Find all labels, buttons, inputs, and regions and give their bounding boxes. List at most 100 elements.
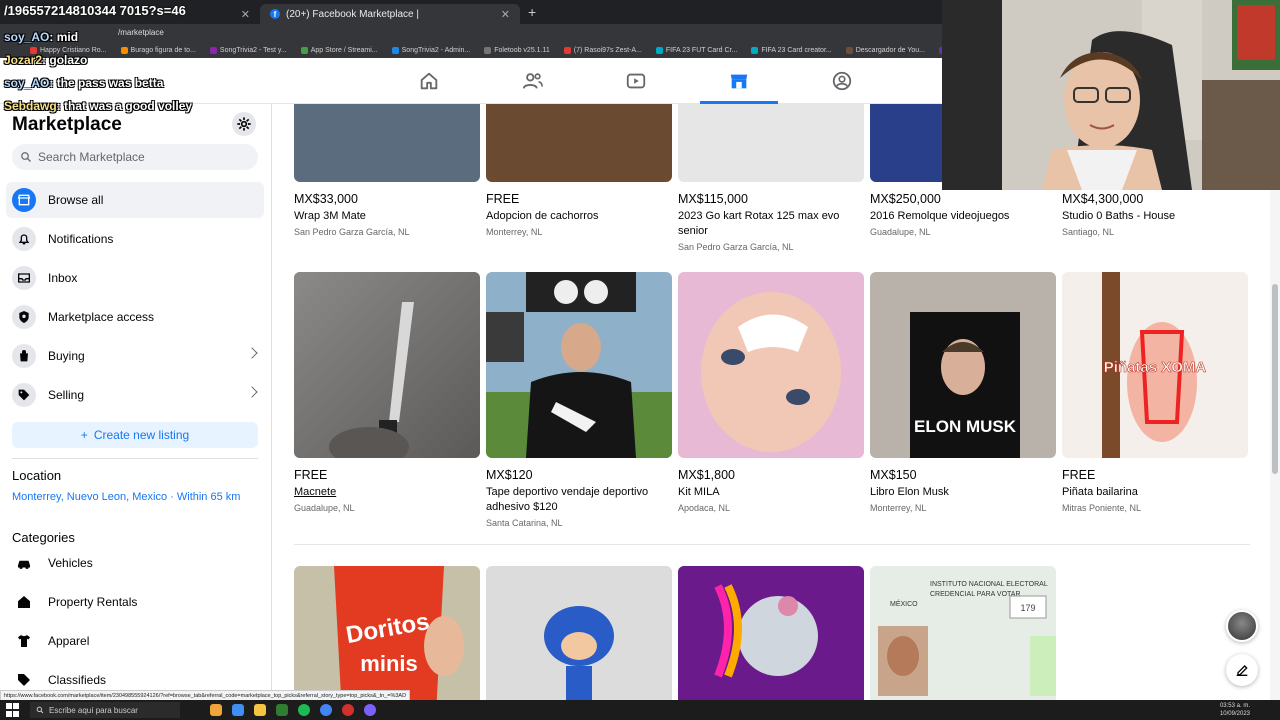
sidebar-item-selling[interactable]: Selling: [6, 377, 264, 413]
listing-title[interactable]: Macnete: [294, 485, 480, 500]
listing-title[interactable]: Libro Elon Musk: [870, 485, 1056, 500]
groups-icon[interactable]: [831, 70, 853, 92]
listing-title[interactable]: 2023 Go kart Rotax 125 max evo senior: [678, 209, 864, 239]
clock-date: 10/09/2023: [1219, 711, 1250, 717]
listing-card[interactable]: MÉXICO INSTITUTO NACIONAL ELECTORAL CREDEN…: [870, 566, 1056, 700]
chat-message: Sebdawg: that was a good volley: [4, 95, 192, 118]
bookmark-item[interactable]: FIFA 23 FUT Card Cr...: [655, 46, 737, 54]
chrome-icon[interactable]: [320, 704, 332, 716]
app-icon[interactable]: [210, 704, 222, 716]
listing-title[interactable]: 2016 Remolque videojuegos: [870, 209, 1056, 224]
listing-card[interactable]: MX$120 Tape deportivo vendaje deportivo a…: [486, 272, 672, 528]
bookmark-item[interactable]: SongTrivia2 - Test y...: [209, 46, 287, 54]
close-icon[interactable]: ✕: [241, 8, 250, 21]
listing-image[interactable]: Piñatas XOMA: [1062, 272, 1248, 458]
listing-location: Monterrey, NL: [870, 503, 927, 513]
listing-image[interactable]: ELON MUSK: [870, 272, 1056, 458]
app-icon[interactable]: [364, 704, 376, 716]
bookmark-favicon-icon: [484, 46, 492, 54]
shield-icon: [12, 305, 36, 329]
bookmark-item[interactable]: Descargador de You...: [845, 46, 925, 54]
listing-card[interactable]: MX$33,000 Wrap 3M Mate San Pedro Garza Gar…: [294, 104, 480, 237]
tag-icon: [12, 383, 36, 407]
close-icon[interactable]: ✕: [501, 8, 510, 21]
windows-start-icon[interactable]: [6, 703, 20, 717]
taskbar-search[interactable]: Escribe aquí para buscar: [30, 702, 180, 718]
create-listing-label: Create new listing: [93, 428, 190, 442]
compose-button[interactable]: [1226, 654, 1258, 686]
listing-card[interactable]: [486, 566, 672, 700]
listing-image[interactable]: [678, 272, 864, 458]
bookmark-item[interactable]: (7) Rasoi97s Zest-A...: [563, 46, 642, 54]
category-item-property-rentals[interactable]: Property Rentals: [6, 585, 264, 619]
listing-title[interactable]: Kit MILA: [678, 485, 864, 500]
listing-title[interactable]: Adopcion de cachorros: [486, 209, 672, 224]
listing-card[interactable]: MX$115,000 2023 Go kart Rotax 125 max evo…: [678, 104, 864, 252]
listing-image[interactable]: [486, 566, 672, 700]
category-item-apparel[interactable]: Apparel: [6, 624, 264, 658]
bookmark-item[interactable]: FIFA 23 Card creator...: [751, 46, 832, 54]
app-icon[interactable]: [342, 704, 354, 716]
gear-icon: [237, 117, 251, 131]
listing-image[interactable]: MÉXICO INSTITUTO NACIONAL ELECTORAL CREDEN…: [870, 566, 1056, 700]
spotify-icon[interactable]: [298, 704, 310, 716]
bookmark-item[interactable]: App Store / Streami...: [300, 46, 378, 54]
listing-card[interactable]: MX$1,800 Kit MILA Apodaca, NL: [678, 272, 864, 513]
marketplace-icon[interactable]: [728, 70, 750, 92]
sidebar-item-label: Notifications: [48, 232, 114, 246]
browser-tab-active[interactable]: f (20+) Facebook Marketplace | ✕: [260, 4, 520, 24]
listing-card[interactable]: ELON MUSK MX$150 Libro Elon Musk Monterrey,…: [870, 272, 1056, 513]
listing-image[interactable]: Doritos minis: [294, 566, 480, 700]
listing-image[interactable]: [486, 104, 672, 182]
home-icon[interactable]: [418, 70, 440, 92]
chat-username: soy_AO: [4, 30, 50, 44]
folder-icon[interactable]: [254, 704, 266, 716]
sidebar-item-label: Browse all: [48, 193, 104, 207]
listing-title[interactable]: Wrap 3M Mate: [294, 209, 480, 224]
listing-title[interactable]: Piñata bailarina: [1062, 485, 1248, 500]
sidebar-item-browse-all[interactable]: Browse all: [6, 182, 264, 218]
category-item-vehicles[interactable]: Vehicles: [6, 546, 264, 580]
id-stamp-text: 179: [1020, 603, 1035, 613]
search-box[interactable]: [12, 144, 258, 170]
app-icon[interactable]: [276, 704, 288, 716]
scrollbar[interactable]: [1270, 104, 1280, 700]
app-icon[interactable]: [232, 704, 244, 716]
listing-image[interactable]: [486, 272, 672, 458]
location-link[interactable]: Monterrey, Nuevo Leon, Mexico · Within 6…: [12, 491, 240, 503]
sidebar-item-notifications[interactable]: Notifications: [6, 221, 264, 257]
watch-icon[interactable]: [625, 70, 647, 92]
listing-title[interactable]: Studio 0 Baths - House: [1062, 209, 1248, 224]
listing-card[interactable]: [678, 566, 864, 700]
sidebar-item-marketplace-access[interactable]: Marketplace access: [6, 299, 264, 335]
chat-text: : the pass was betta: [49, 76, 164, 90]
listing-card[interactable]: Piñatas XOMA FREE Piñata bailarina Mitras P…: [1062, 272, 1248, 513]
webcam-overlay: [942, 0, 1280, 190]
listing-card[interactable]: FREE Adopcion de cachorros Monterrey, NL: [486, 104, 672, 237]
friends-icon[interactable]: [522, 70, 544, 92]
listing-price: FREE: [294, 468, 328, 482]
listing-card[interactable]: FREE Macnete Guadalupe, NL: [294, 272, 480, 513]
listing-image[interactable]: [294, 272, 480, 458]
listing-price: MX$115,000: [678, 192, 748, 206]
settings-button[interactable]: [232, 112, 256, 136]
avatar[interactable]: [1226, 610, 1258, 642]
divider: [12, 458, 258, 459]
listing-image[interactable]: [678, 566, 864, 700]
listing-image[interactable]: [678, 104, 864, 182]
listing-title[interactable]: Tape deportivo vendaje deportivo adhesiv…: [486, 485, 672, 515]
sidebar-item-inbox[interactable]: Inbox: [6, 260, 264, 296]
new-tab-icon[interactable]: +: [528, 4, 536, 20]
create-listing-button[interactable]: + Create new listing: [12, 422, 258, 448]
bookmark-item[interactable]: Foletoob v25.1.11: [484, 46, 550, 54]
listing-card[interactable]: Doritos minis: [294, 566, 480, 700]
listing-image[interactable]: [294, 104, 480, 182]
book-title-text: ELON MUSK: [914, 417, 1017, 436]
sidebar-item-buying[interactable]: Buying: [6, 338, 264, 374]
search-input[interactable]: [38, 150, 238, 164]
bookmark-favicon-icon: [563, 46, 571, 54]
listing-location: Monterrey, NL: [486, 227, 543, 237]
bookmark-item[interactable]: SongTrivia2 - Admin...: [391, 46, 470, 54]
scrollbar-thumb[interactable]: [1272, 284, 1278, 474]
listing-price: MX$250,000: [870, 192, 941, 206]
